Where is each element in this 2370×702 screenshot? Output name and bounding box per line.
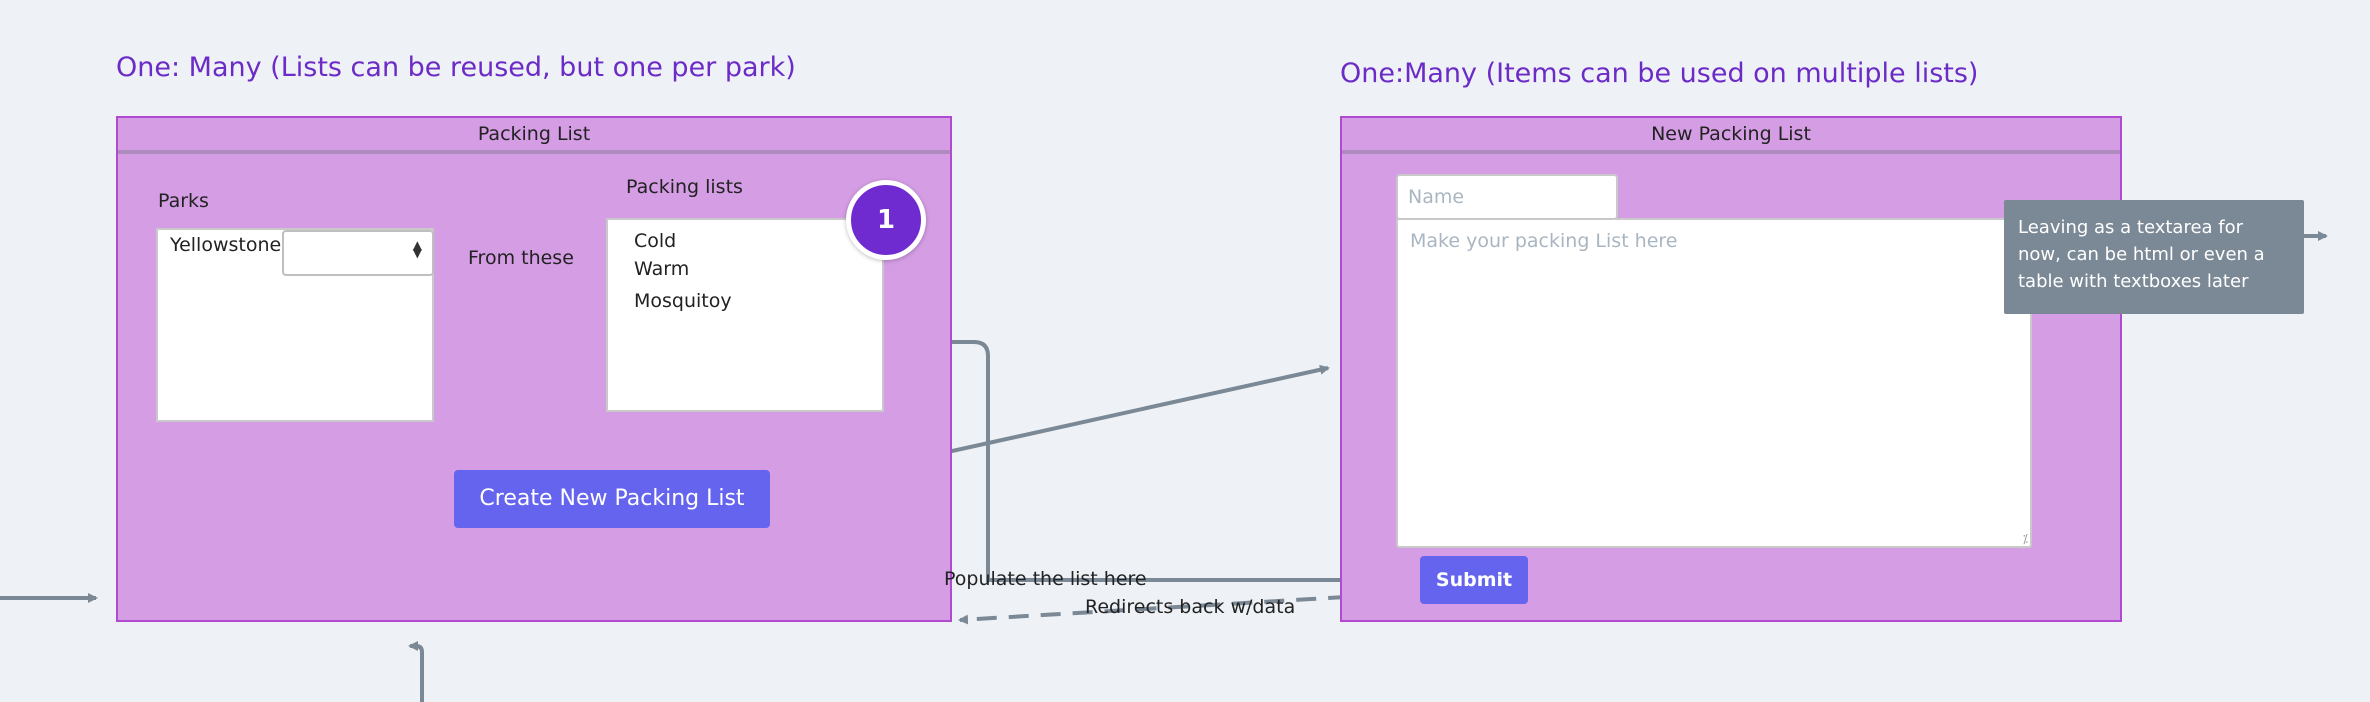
list-item[interactable]: Cold xyxy=(634,230,676,252)
textarea-note-tooltip: Leaving as a textarea for now, can be ht… xyxy=(2004,200,2304,314)
resize-handle-icon[interactable]: ⁒ xyxy=(2023,532,2028,546)
packing-list-frame-title: Packing List xyxy=(118,118,950,154)
name-input[interactable]: Name xyxy=(1396,174,1618,220)
right-heading: One:Many (Items can be used on multiple … xyxy=(1340,58,1979,89)
packing-lists-box[interactable]: Cold Warm Mosquitoy xyxy=(606,218,884,412)
select-caret-icon: ▲ ▼ xyxy=(412,238,422,260)
from-these-label: From these xyxy=(468,247,574,269)
packing-list-frame: Packing List Parks Yellowstone ▲ ▼ Packin… xyxy=(116,116,952,622)
park-select[interactable]: ▲ ▼ xyxy=(282,230,434,276)
populate-arrow xyxy=(890,337,1414,582)
create-new-packing-list-button[interactable]: Create New Packing List xyxy=(454,470,770,528)
new-packing-list-frame: New Packing List Name Make your packing … xyxy=(1340,116,2122,622)
packing-lists-label: Packing lists xyxy=(626,176,743,198)
parks-list[interactable]: Yellowstone ▲ ▼ xyxy=(156,228,434,422)
redirects-label: Redirects back w/data xyxy=(1085,596,1296,618)
left-heading: One: Many (Lists can be reused, but one … xyxy=(116,52,796,83)
populate-label: Populate the list here xyxy=(944,568,1147,590)
name-input-placeholder: Name xyxy=(1408,186,1465,208)
new-packing-list-frame-title: New Packing List xyxy=(1342,118,2120,154)
parks-label: Parks xyxy=(158,190,209,212)
submit-button[interactable]: Submit xyxy=(1420,556,1528,604)
park-item-yellowstone[interactable]: Yellowstone xyxy=(170,234,281,256)
list-item[interactable]: Warm xyxy=(634,258,689,280)
textarea-placeholder: Make your packing List here xyxy=(1410,230,1678,252)
packing-list-textarea[interactable]: Make your packing List here ⁒ xyxy=(1396,218,2032,548)
step-badge: 1 xyxy=(846,180,926,260)
list-item[interactable]: Mosquitoy xyxy=(634,290,732,312)
bottom-arrow xyxy=(408,641,424,702)
